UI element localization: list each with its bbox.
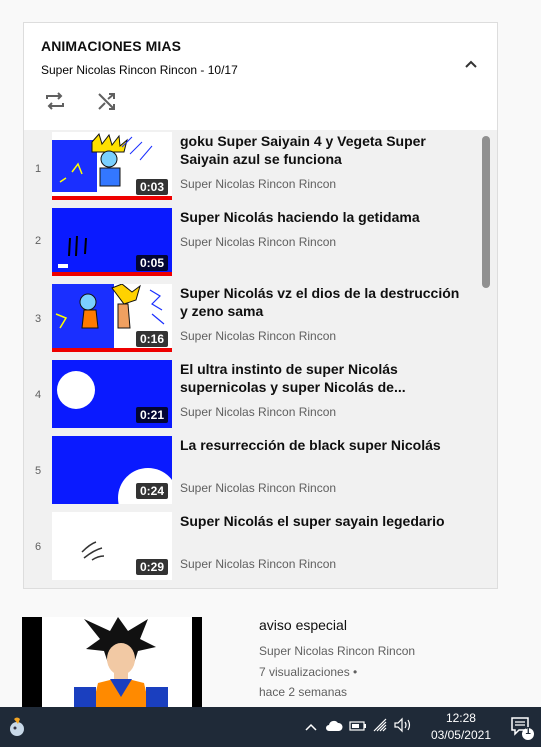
video-title[interactable]: Super Nicolás haciendo la getidama <box>180 208 468 226</box>
watched-progress <box>52 196 172 200</box>
watched-progress <box>52 348 172 352</box>
shuffle-icon[interactable] <box>93 88 121 114</box>
video-title[interactable]: Super Nicolás el super sayain legedario <box>180 512 468 530</box>
video-thumbnail[interactable]: 0:16 <box>52 284 172 352</box>
item-index: 3 <box>34 313 42 325</box>
notification-count: 1 <box>525 726 531 737</box>
video-thumbnail[interactable] <box>22 617 202 709</box>
video-duration: 0:03 <box>135 179 168 195</box>
video-title[interactable]: aviso especial <box>259 617 347 633</box>
playlist-item[interactable]: 1 0:03 goku Super Saiyain 4 y Vegeta Sup… <box>24 132 485 206</box>
wifi-icon[interactable] <box>372 717 390 736</box>
volume-icon[interactable] <box>393 717 413 736</box>
video-thumbnail[interactable]: 0:05 <box>52 208 172 276</box>
playlist-item[interactable]: 6 0:29 Super Nicolás el super sayain leg… <box>24 512 485 586</box>
playlist-list[interactable]: 1 0:03 goku Super Saiyain 4 y Vegeta Sup… <box>24 130 497 588</box>
playlist-panel: ANIMACIONES MIAS Super Nicolas Rincon Ri… <box>23 22 498 589</box>
video-title[interactable]: El ultra instinto de super Nicolás super… <box>180 360 468 396</box>
watched-progress <box>52 272 172 276</box>
channel-name[interactable]: Super Nicolas Rincon Rincon <box>180 329 336 343</box>
chevron-up-tray-icon[interactable] <box>305 721 317 735</box>
system-clock[interactable]: 12:28 03/05/2021 <box>431 710 491 744</box>
view-count: 7 visualizaciones • <box>259 665 358 679</box>
windows-taskbar: 12:28 03/05/2021 1 <box>0 707 541 747</box>
playlist-actions <box>41 88 121 114</box>
playlist-item[interactable]: 3 0:16 Super Nicolás vz el dios de la de… <box>24 284 485 358</box>
video-title[interactable]: goku Super Saiyain 4 y Vegeta Super Saiy… <box>180 132 468 168</box>
pinned-app-icon[interactable] <box>8 716 26 741</box>
video-duration: 0:24 <box>135 483 168 499</box>
clock-time: 12:28 <box>445 711 476 725</box>
playlist-subtitle[interactable]: Super Nicolas Rincon Rincon - 10/17 <box>41 63 238 77</box>
video-duration: 0:29 <box>135 559 168 575</box>
channel-name[interactable]: Super Nicolas Rincon Rincon <box>259 644 415 658</box>
channel-name[interactable]: Super Nicolas Rincon Rincon <box>180 557 336 571</box>
video-title[interactable]: Super Nicolás vz el dios de la destrucci… <box>180 284 468 320</box>
item-index: 2 <box>34 235 42 247</box>
upload-age: hace 2 semanas <box>259 685 348 699</box>
chevron-up-icon[interactable] <box>463 56 479 72</box>
video-duration: 0:16 <box>135 331 168 347</box>
video-thumbnail[interactable]: 0:24 <box>52 436 172 504</box>
video-duration: 0:05 <box>135 255 168 271</box>
cloud-icon[interactable] <box>325 720 343 735</box>
playlist-item[interactable]: 2 0:05 Super Nicolás haciendo la getidam… <box>24 208 485 282</box>
notification-icon[interactable]: 1 <box>509 715 535 741</box>
clock-date: 03/05/2021 <box>430 728 491 742</box>
channel-name[interactable]: Super Nicolas Rincon Rincon <box>180 405 336 419</box>
playlist-header: ANIMACIONES MIAS Super Nicolas Rincon Ri… <box>24 23 497 129</box>
channel-name[interactable]: Super Nicolas Rincon Rincon <box>180 481 336 495</box>
video-thumbnail[interactable]: 0:29 <box>52 512 172 580</box>
item-index: 1 <box>34 163 42 175</box>
channel-name[interactable]: Super Nicolas Rincon Rincon <box>180 177 336 191</box>
repeat-icon[interactable] <box>41 88 69 114</box>
video-thumbnail[interactable]: 0:03 <box>52 132 172 200</box>
item-index: 4 <box>34 389 42 401</box>
playlist-title[interactable]: ANIMACIONES MIAS <box>41 38 181 54</box>
item-index: 5 <box>34 465 42 477</box>
playlist-item[interactable]: 5 0:24 La resurrección de black super Ni… <box>24 436 485 510</box>
playlist-item[interactable]: 4 0:21 El ultra instinto de super Nicolá… <box>24 360 485 434</box>
video-title[interactable]: La resurrección de black super Nicolás <box>180 436 468 454</box>
item-index: 6 <box>34 541 42 553</box>
video-duration: 0:21 <box>135 407 168 423</box>
video-thumbnail[interactable]: 0:21 <box>52 360 172 428</box>
channel-name[interactable]: Super Nicolas Rincon Rincon <box>180 235 336 249</box>
recommended-video[interactable]: aviso especial Super Nicolas Rincon Rinc… <box>22 617 502 709</box>
battery-icon[interactable] <box>349 720 367 735</box>
playlist-scrollbar[interactable] <box>482 136 490 288</box>
